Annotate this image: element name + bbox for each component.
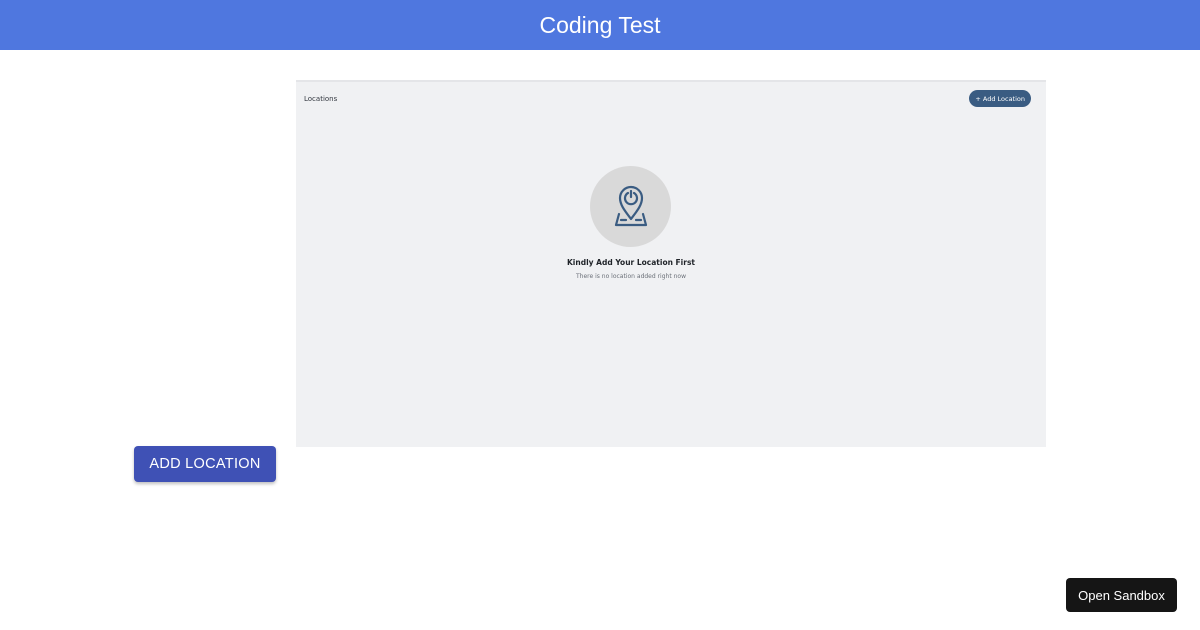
empty-state-heading: Kindly Add Your Location First: [567, 258, 695, 267]
app-header: Coding Test: [0, 0, 1200, 50]
preview-image: Locations + Add Location Kindly Add Your…: [296, 80, 1046, 447]
map-pin-icon: [614, 185, 647, 226]
empty-state-subtext: There is no location added right now: [576, 273, 686, 280]
open-sandbox-button[interactable]: Open Sandbox: [1066, 578, 1177, 612]
page-title: Coding Test: [539, 11, 661, 38]
preview-add-location-button: + Add Location: [969, 90, 1031, 107]
preview-title: Locations: [304, 95, 338, 103]
empty-state-illustration: [590, 166, 671, 247]
add-location-button[interactable]: ADD LOCATION: [134, 446, 276, 482]
